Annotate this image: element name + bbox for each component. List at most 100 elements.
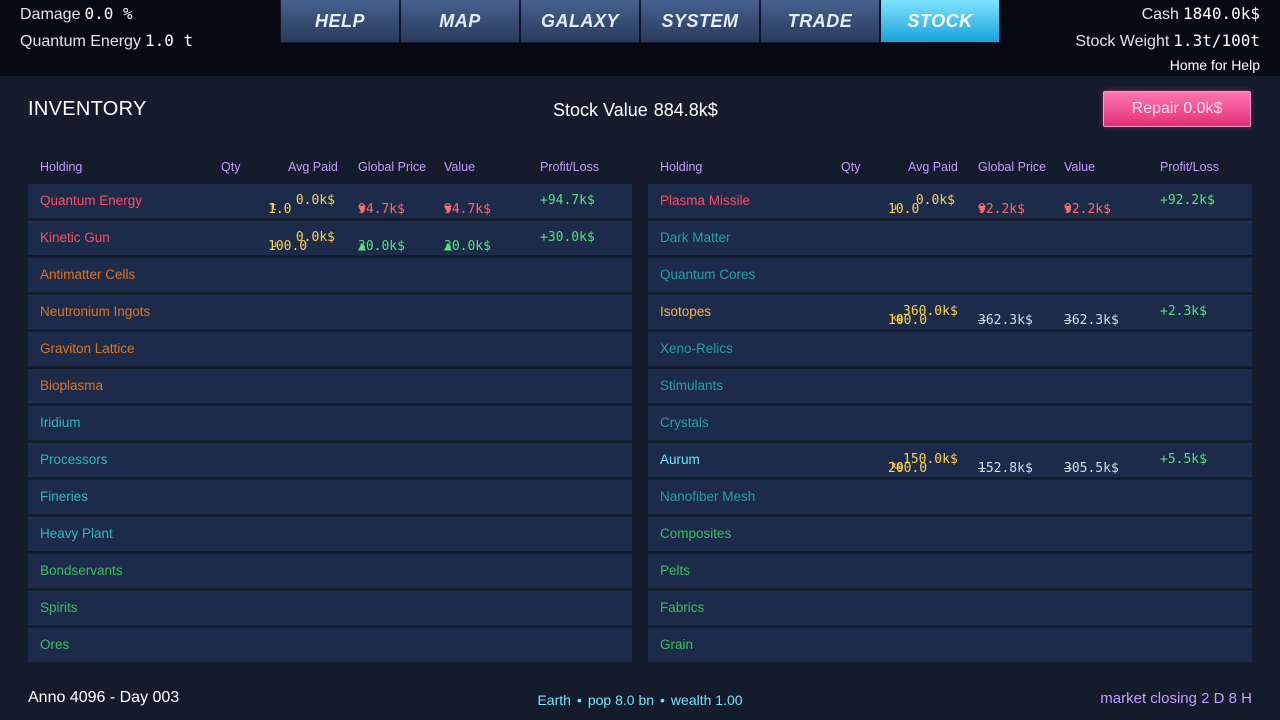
table-row[interactable]: Heavy Plant xyxy=(28,517,632,551)
holding-name: Pelts xyxy=(660,563,691,578)
avg-paid: 0.0k$ xyxy=(295,230,335,245)
table-row[interactable]: Processors xyxy=(28,443,632,477)
col-global-price: Global Price xyxy=(978,160,1047,174)
inventory-rows-right: Plasma Missile 10.0 u 0.0k$ ▼ 92.2k$ ▼ 92.2k$… xyxy=(648,184,1252,662)
global-price-value: 30.0k$ xyxy=(358,239,405,254)
damage-value: 0.0 % xyxy=(84,4,133,23)
holding-name: Aurum xyxy=(660,452,700,467)
planet-info: Earth • pop 8.0 bn • wealth 1.00 xyxy=(0,692,1280,708)
inventory-table-right: Holding Qty Avg Paid Global Price Value … xyxy=(648,150,1252,665)
holding-name: Quantum Cores xyxy=(660,267,756,282)
damage-label: Damage xyxy=(20,6,81,23)
holding-name: Quantum Energy xyxy=(40,193,143,208)
cash-label: Cash xyxy=(1141,6,1179,23)
tab-map[interactable]: MAP xyxy=(400,0,520,43)
cash-value: 1840.0k$ xyxy=(1182,4,1260,23)
inventory-table-left: Holding Qty Avg Paid Global Price Value … xyxy=(28,150,632,665)
table-header: Holding Qty Avg Paid Global Price Value … xyxy=(28,150,632,184)
holding-name: Neutronium Ingots xyxy=(40,304,151,319)
table-row[interactable]: Nanofiber Mesh xyxy=(648,480,1252,514)
inventory-title: INVENTORY xyxy=(28,98,147,120)
separator-dot-icon: • xyxy=(576,692,582,708)
quantum-energy-value: 1.0 t xyxy=(144,31,194,50)
profit-loss: +5.5k$ xyxy=(1160,452,1207,467)
home-for-help-hint: Home for Help xyxy=(1169,57,1260,73)
holding-name: Graviton Lattice xyxy=(40,341,135,356)
tab-stock[interactable]: STOCK xyxy=(880,0,1000,43)
holding-value-amount: 94.7k$ xyxy=(444,202,491,217)
table-row[interactable]: Neutronium Ingots xyxy=(28,295,632,329)
holding-name: Heavy Plant xyxy=(40,526,113,541)
table-row[interactable]: Quantum Cores xyxy=(648,258,1252,292)
table-row[interactable]: Stimulants xyxy=(648,369,1252,403)
col-global-price: Global Price xyxy=(358,160,427,174)
table-row[interactable]: Isotopes 100.0 kg 360.0k$ – 362.3k$ – 362.3k$… xyxy=(648,295,1252,329)
table-row[interactable]: Crystals xyxy=(648,406,1252,440)
avg-paid: 150.0k$ xyxy=(903,452,958,467)
cash-stat: Cash 1840.0k$ xyxy=(1142,4,1260,24)
holding-name: Composites xyxy=(660,526,732,541)
table-row[interactable]: Pelts xyxy=(648,554,1252,588)
table-row[interactable]: Composites xyxy=(648,517,1252,551)
profit-loss: +30.0k$ xyxy=(540,230,595,245)
holding-name: Fineries xyxy=(40,489,89,504)
top-bar: Damage 0.0 % Quantum Energy 1.0 t HELP MAP… xyxy=(0,0,1280,76)
stock-value-label: Stock Value xyxy=(553,100,648,120)
table-row[interactable]: Grain xyxy=(648,628,1252,662)
qty-unit: kg xyxy=(891,461,904,472)
table-row[interactable]: Xeno-Relics xyxy=(648,332,1252,366)
holding-value-amount: 362.3k$ xyxy=(1064,313,1119,328)
table-row[interactable]: Bondservants xyxy=(28,554,632,588)
holding-value-amount: 305.5k$ xyxy=(1064,461,1119,476)
col-avg-paid: Avg Paid xyxy=(288,160,338,174)
holding-name: Dark Matter xyxy=(660,230,731,245)
market-closing: market closing 2 D 8 H xyxy=(1100,690,1252,707)
main-tabs: HELP MAP GALAXY SYSTEM TRADE STOCK xyxy=(280,0,1000,43)
repair-button[interactable]: Repair 0.0k$ xyxy=(1103,91,1251,127)
quantum-energy-label: Quantum Energy xyxy=(20,33,141,50)
avg-paid: 360.0k$ xyxy=(903,304,958,319)
table-row[interactable]: Kinetic Gun 100.0 u 0.0k$ ▲ 30.0k$ ▲ 30.0k$ +3… xyxy=(28,221,632,255)
profit-loss: +92.2k$ xyxy=(1160,193,1215,208)
tab-trade[interactable]: TRADE xyxy=(760,0,880,43)
table-row[interactable]: Graviton Lattice xyxy=(28,332,632,366)
col-qty: Qty xyxy=(841,160,861,174)
tab-system[interactable]: SYSTEM xyxy=(640,0,760,43)
qty-unit: kg xyxy=(891,313,904,324)
holding-name: Bioplasma xyxy=(40,378,104,393)
table-row[interactable]: Iridium xyxy=(28,406,632,440)
planet-wealth: wealth 1.00 xyxy=(670,692,743,708)
table-row[interactable]: Dark Matter xyxy=(648,221,1252,255)
avg-paid: 0.0k$ xyxy=(915,193,955,208)
table-row[interactable]: Aurum 200.0 kg 150.0k$ – 152.8k$ – 305.5k$ +5.… xyxy=(648,443,1252,477)
planet-population: pop 8.0 bn xyxy=(587,692,655,708)
separator-dot-icon: • xyxy=(660,692,665,708)
table-row[interactable]: Fineries xyxy=(28,480,632,514)
tab-help[interactable]: HELP xyxy=(280,0,400,43)
col-holding: Holding xyxy=(40,160,83,174)
table-row[interactable]: Fabrics xyxy=(648,591,1252,625)
stock-value-amount: 884.8k$ xyxy=(653,100,718,120)
col-profit-loss: Profit/Loss xyxy=(1160,160,1220,174)
holding-name: Ores xyxy=(40,637,70,652)
table-row[interactable]: Plasma Missile 10.0 u 0.0k$ ▼ 92.2k$ ▼ 92.2k$… xyxy=(648,184,1252,218)
holding-name: Nanofiber Mesh xyxy=(660,489,756,504)
col-value: Value xyxy=(1064,160,1096,174)
holding-value-amount: 92.2k$ xyxy=(1064,202,1111,217)
holding-name: Antimatter Cells xyxy=(40,267,136,282)
table-row[interactable]: Antimatter Cells xyxy=(28,258,632,292)
quantum-energy-stat: Quantum Energy 1.0 t xyxy=(20,31,193,51)
col-qty: Qty xyxy=(221,160,241,174)
table-row[interactable]: Spirits xyxy=(28,591,632,625)
holding-name: Kinetic Gun xyxy=(40,230,110,245)
profit-loss: +94.7k$ xyxy=(540,193,595,208)
table-row[interactable]: Bioplasma xyxy=(28,369,632,403)
stock-value: Stock Value 884.8k$ xyxy=(553,100,718,121)
holding-value-amount: 30.0k$ xyxy=(444,239,491,254)
holding-name: Isotopes xyxy=(660,304,712,319)
holding-name: Iridium xyxy=(40,415,81,430)
table-row[interactable]: Ores xyxy=(28,628,632,662)
tab-galaxy[interactable]: GALAXY xyxy=(520,0,640,43)
global-price-value: 362.3k$ xyxy=(978,313,1033,328)
table-row[interactable]: Quantum Energy 1.0 t 0.0k$ ▼ 94.7k$ ▼ 94.7k$ +… xyxy=(28,184,632,218)
